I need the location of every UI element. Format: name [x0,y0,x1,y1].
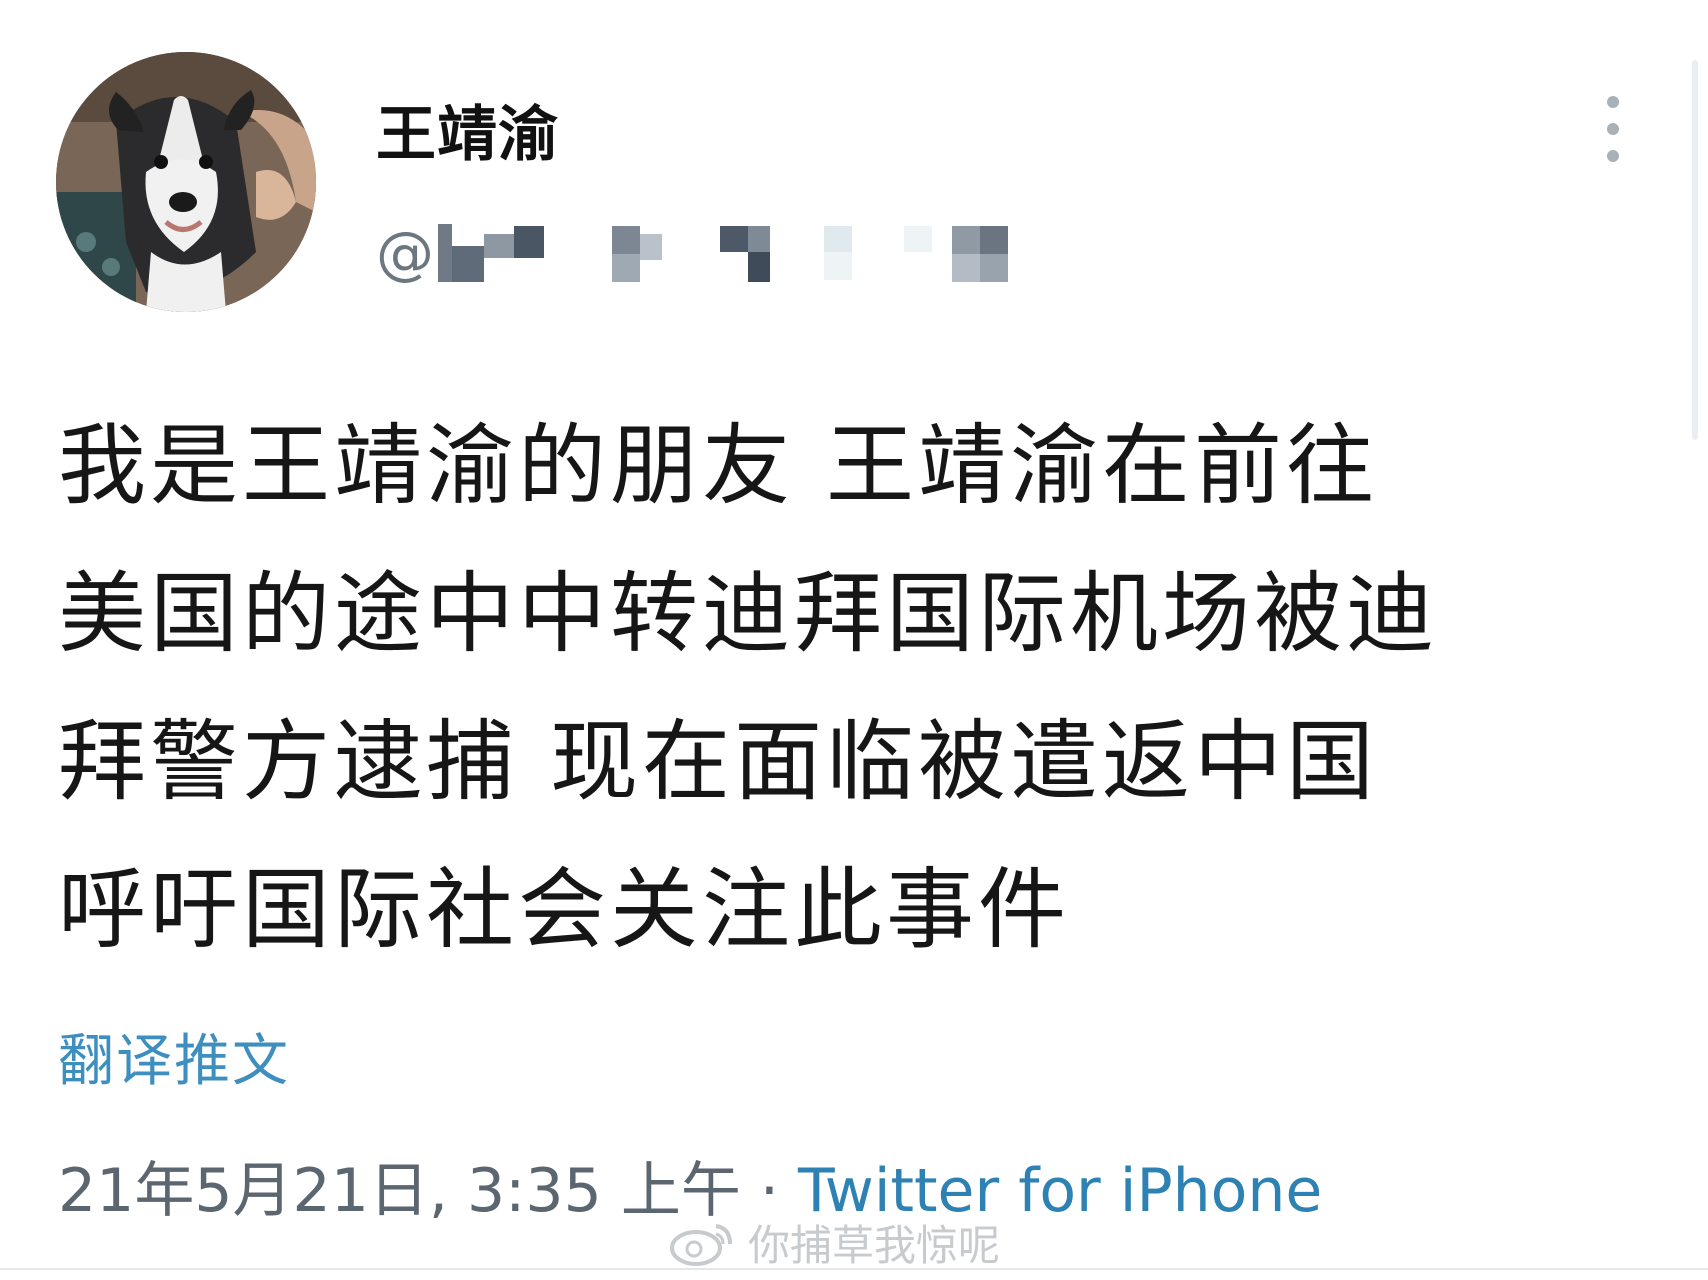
user-handle[interactable]: @ [376,218,1114,288]
weibo-logo-icon [670,1223,732,1266]
handle-at-symbol: @ [376,219,434,287]
more-vertical-icon-dot [1607,150,1619,162]
tweet-card: 王靖渝 @ 我是王靖渝的朋友 王靖渝在前往 美国的途中中转迪拜国际机场被迪 拜警… [0,0,1708,1280]
tweet-timestamp[interactable]: 21年5月21日, 3:35 上午 [58,1156,741,1226]
tweet-text: 我是王靖渝的朋友 王靖渝在前往 美国的途中中转迪拜国际机场被迪 拜警方逮捕 现在… [58,392,1658,984]
handle-redaction [434,218,1114,288]
tweet-text-line: 拜警方逮捕 现在面临被遣返中国 [58,710,1378,813]
divider [0,1268,1708,1270]
tweet-text-line: 呼吁国际社会关注此事件 [58,858,1071,961]
display-name[interactable]: 王靖渝 [376,86,559,173]
translate-tweet-link[interactable]: 翻译推文 [58,1016,290,1097]
tweet-text-line: 我是王靖渝的朋友 王靖渝在前往 [58,414,1378,517]
watermark: 你捕草我惊呢 [668,1212,1000,1273]
dog-avatar-image [56,52,316,312]
avatar[interactable] [56,52,316,312]
tweet-text-line: 美国的途中中转迪拜国际机场被迪 [58,562,1439,665]
watermark-text: 你捕草我惊呢 [748,1221,1001,1270]
more-vertical-icon-dot [1607,123,1619,135]
more-options-button[interactable] [1598,96,1628,162]
scrollbar[interactable] [1692,60,1698,440]
more-vertical-icon [1607,96,1619,108]
